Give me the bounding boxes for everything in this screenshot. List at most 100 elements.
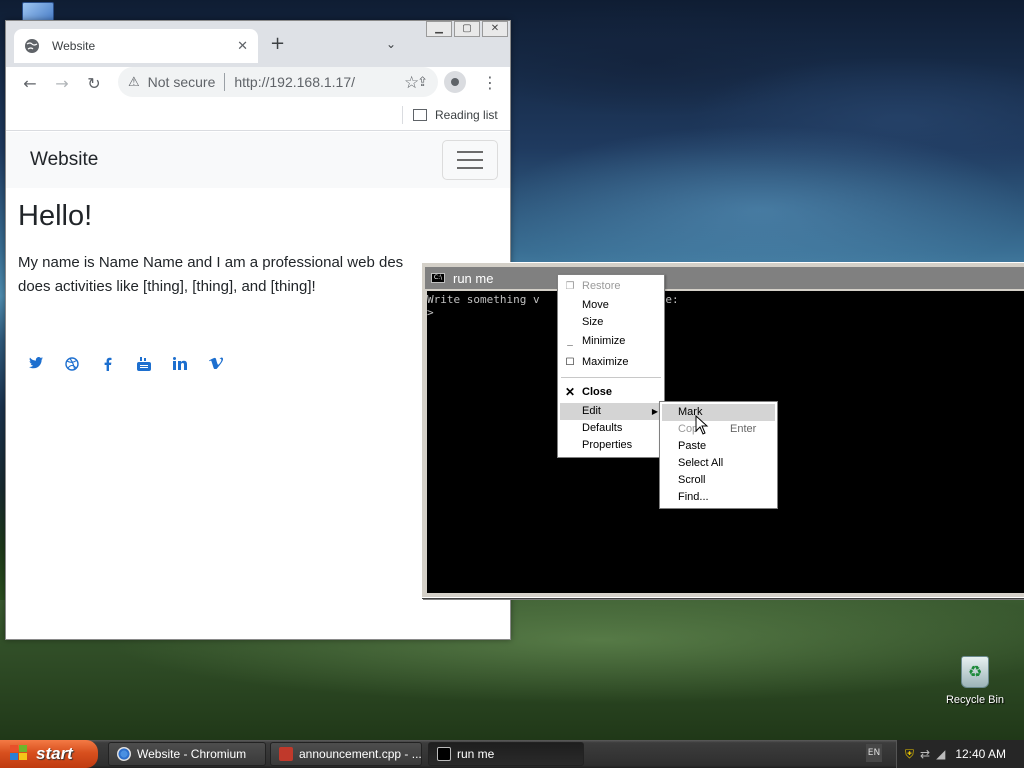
taskbar-item-run-me[interactable]: run me: [428, 742, 584, 766]
site-navbar: Website: [6, 132, 510, 188]
restore-icon: ❐: [565, 281, 575, 292]
page-heading: Hello!: [18, 200, 93, 232]
menu-label: Properties: [582, 439, 633, 451]
start-button[interactable]: start: [0, 740, 98, 768]
menu-item-minimize[interactable]: _ Minimize: [560, 333, 662, 350]
browser-toolbar: ← → ↻ ⚠ Not secure http://192.168.1.17/ …: [6, 67, 510, 99]
submenu-item-scroll[interactable]: Scroll: [662, 472, 775, 489]
submenu-item-copy[interactable]: Cop Enter: [662, 421, 775, 438]
cmd-icon: [437, 747, 451, 761]
tab-close-icon[interactable]: ✕: [237, 39, 248, 54]
cmd-icon[interactable]: C:\: [431, 273, 445, 283]
site-brand[interactable]: Website: [30, 149, 442, 171]
console-line-1: Write something v d witty here:: [427, 293, 679, 306]
close-window-icon[interactable]: ✕: [482, 21, 508, 37]
submenu-label: Scroll: [678, 474, 706, 486]
reading-list-icon: [413, 109, 427, 121]
system-tray: ⛨ ⇄ ◢ 12:40 AM: [896, 740, 1024, 768]
menu-item-restore[interactable]: ❐ Restore: [560, 278, 662, 295]
bookmark-star-icon[interactable]: ☆: [404, 73, 419, 93]
tab-title: Website: [52, 39, 96, 53]
menu-item-edit[interactable]: Edit ▶: [560, 403, 662, 420]
close-icon: ✕: [564, 385, 576, 399]
menu-item-close[interactable]: ✕ Close: [560, 384, 662, 401]
security-shield-icon[interactable]: ⛨: [905, 747, 914, 762]
recycle-bin[interactable]: ♻ Recycle Bin: [940, 656, 1010, 706]
submenu-label: Paste: [678, 440, 707, 452]
twitter-icon[interactable]: [18, 357, 54, 374]
back-arrow-icon[interactable]: ←: [14, 74, 46, 93]
menu-label: Defaults: [582, 422, 623, 434]
submenu-item-find[interactable]: Find...: [662, 489, 775, 506]
submenu-shortcut: Enter: [730, 423, 757, 435]
submenu-arrow-icon: ▶: [651, 407, 658, 416]
minimize-icon[interactable]: ▁: [426, 21, 452, 37]
language-indicator[interactable]: EN: [866, 744, 882, 762]
devcpp-icon: [279, 747, 293, 761]
network-icon[interactable]: ⇄: [920, 747, 930, 761]
reload-icon[interactable]: ↻: [78, 74, 110, 93]
taskbar-item-chromium[interactable]: Website - Chromium: [108, 742, 266, 766]
menu-label: Size: [582, 316, 604, 328]
clock[interactable]: 12:40 AM: [955, 747, 1006, 761]
reading-list-label: Reading list: [435, 108, 498, 122]
maximize-icon: ☐: [565, 357, 575, 368]
console-title: run me: [453, 270, 494, 286]
tab-website[interactable]: Website ✕: [14, 29, 258, 63]
console-titlebar[interactable]: C:\ run me: [425, 267, 1024, 289]
security-label[interactable]: Not secure: [148, 74, 216, 90]
reading-list-button[interactable]: Reading list: [402, 106, 498, 124]
menu-item-properties[interactable]: Properties: [560, 437, 662, 454]
chromium-icon: [117, 747, 131, 761]
minimize-icon: _: [567, 336, 573, 347]
tab-strip: Website ✕ + ⌄ ▁ ▢ ✕: [6, 21, 510, 67]
kebab-menu-icon[interactable]: ⋮: [482, 73, 498, 92]
task-label: Website - Chromium: [137, 747, 247, 761]
omnibox-divider: [224, 73, 226, 91]
linkedin-icon[interactable]: [162, 357, 198, 374]
warning-triangle-icon[interactable]: ⚠: [128, 75, 140, 90]
submenu-item-mark[interactable]: Mark: [662, 404, 775, 421]
youtube-icon[interactable]: [126, 357, 162, 374]
menu-separator: [561, 377, 661, 378]
task-label: run me: [457, 747, 495, 761]
url-text[interactable]: http://192.168.1.17/: [234, 74, 409, 90]
bookmark-divider: [402, 106, 403, 124]
edit-submenu: Mark Cop Enter Paste Select All Scroll F…: [659, 401, 778, 509]
hamburger-menu-icon[interactable]: [442, 140, 498, 180]
submenu-label: Select All: [678, 457, 724, 469]
menu-item-move[interactable]: Move: [560, 297, 662, 314]
tab-search-chevron-icon[interactable]: ⌄: [386, 37, 396, 51]
windows-logo-icon: [10, 745, 30, 763]
bookmarks-bar: Reading list: [6, 101, 510, 131]
dribbble-icon[interactable]: [54, 357, 90, 374]
menu-label: Close: [582, 386, 612, 398]
submenu-label: Find...: [678, 491, 709, 503]
submenu-item-paste[interactable]: Paste: [662, 438, 775, 455]
new-tab-icon[interactable]: +: [270, 35, 285, 53]
profile-avatar-icon[interactable]: [444, 71, 466, 93]
recycle-bin-icon[interactable]: ♻: [961, 656, 989, 688]
taskbar-item-announcement[interactable]: announcement.cpp - ...: [270, 742, 422, 766]
menu-label: Move: [582, 299, 609, 311]
console-line-2: >: [427, 306, 434, 319]
window-controls: ▁ ▢ ✕: [424, 21, 508, 37]
menu-label: Edit: [582, 405, 601, 417]
recycle-bin-label: Recycle Bin: [945, 694, 1005, 706]
maximize-icon[interactable]: ▢: [454, 21, 480, 37]
menu-label: Maximize: [582, 356, 629, 368]
facebook-icon[interactable]: [90, 357, 126, 374]
address-bar[interactable]: ⚠ Not secure http://192.168.1.17/ ⇪: [118, 67, 438, 97]
submenu-item-select-all[interactable]: Select All: [662, 455, 775, 472]
menu-item-defaults[interactable]: Defaults: [560, 420, 662, 437]
start-label: start: [36, 744, 73, 763]
menu-item-size[interactable]: Size: [560, 314, 662, 331]
forward-arrow-icon[interactable]: →: [46, 74, 78, 93]
menu-item-maximize[interactable]: ☐ Maximize: [560, 354, 662, 371]
desktop-shortcut-icon[interactable]: [22, 2, 54, 22]
globe-icon: [25, 39, 39, 53]
volume-icon[interactable]: ◢: [936, 747, 945, 761]
menu-label: Restore: [582, 280, 621, 292]
vimeo-icon[interactable]: [198, 357, 234, 374]
mouse-cursor-icon: [695, 415, 709, 435]
